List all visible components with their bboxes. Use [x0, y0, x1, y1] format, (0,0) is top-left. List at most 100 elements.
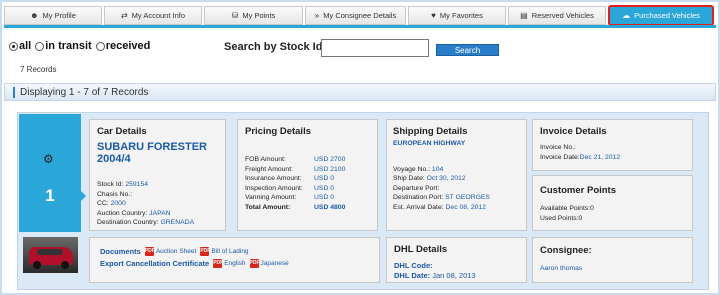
documents-panel: Documents PDF Auction Sheet PDF Bill of … [89, 237, 380, 283]
tab-label: Purchased Vehicles [634, 11, 700, 20]
available-points-row: Available Points:0 [540, 204, 685, 214]
car-image-wheel [33, 261, 41, 269]
tab-my-account-info[interactable]: ⇄ My Account Info [104, 6, 202, 25]
export-cert-label: Export Cancellation Certificate [100, 259, 210, 268]
pricing-row: Inspection Amount: USD 0 [245, 184, 370, 194]
cc-row: CC: 2000 [97, 199, 218, 209]
tab-my-favorites[interactable]: ♥ My Favorites [408, 6, 506, 25]
destination-port-row: Destination Port: ST GEORGES [393, 193, 520, 203]
dhl-details-title: DHL Details [394, 244, 448, 255]
record-count: 7 Records [20, 65, 57, 74]
cc-label: CC: [97, 200, 109, 208]
export-cert-japanese-link[interactable]: Japanese [261, 260, 289, 267]
available-points-label: Available Points: [540, 205, 591, 212]
destination-port-label: Destination Port: [393, 194, 444, 202]
tab-my-points[interactable]: ⛁ My Points [204, 6, 303, 25]
consignee-name: Aaron thomas [540, 265, 583, 272]
tab-label: My Consignee Details [323, 11, 397, 20]
ship-date-value: Oct 30, 2012 [426, 175, 466, 183]
customer-points-panel: Customer Points Available Points:0 Used … [532, 175, 693, 231]
dhl-details-panel: DHL Details DHL Code: DHL Date: Jan 08, … [386, 237, 527, 283]
ship-date-label: Ship Date: [393, 175, 425, 183]
invoice-no-row: Invoice No.: [540, 143, 685, 153]
departure-port-row: Departure Port: [393, 184, 520, 194]
invoice-details-panel: Invoice Details Invoice No.: Invoice Dat… [532, 119, 693, 171]
radio-icon[interactable] [35, 41, 45, 51]
tab-label: My Profile [42, 11, 76, 20]
stock-id-value: 259154 [125, 181, 149, 188]
double-chevron-icon: » [314, 11, 320, 20]
bill-of-lading-link[interactable]: Bill of Lading [211, 248, 248, 255]
tab-my-profile[interactable]: ☻ My Profile [4, 6, 102, 25]
pricing-label: Freight Amount: [245, 165, 293, 173]
shipping-details-title: Shipping Details [393, 126, 468, 137]
pointer-arrow-icon [81, 191, 86, 201]
pricing-details-title: Pricing Details [245, 126, 311, 137]
destination-country-row: Destination Country: GRENADA [97, 218, 218, 228]
auction-country-row: Auction Country: JAPAN [97, 209, 218, 219]
car-image-window [37, 249, 63, 255]
person-icon: ☻ [30, 11, 39, 20]
tab-reserved-vehicles[interactable]: ▤ Reserved Vehicles [508, 6, 606, 25]
car-name-link[interactable]: SUBARU FORESTER 2004/4 [97, 141, 218, 165]
invoice-date-label: Invoice Date: [540, 153, 580, 161]
pdf-icon: PDF [213, 259, 224, 268]
pricing-value: USD 2700 [314, 156, 346, 163]
available-points-value: 0 [590, 205, 594, 212]
cc-value: 2000 [110, 200, 126, 208]
consignee-title: Consignee: [540, 245, 592, 256]
pricing-value: USD 0 [314, 184, 335, 192]
results-header-text: Displaying 1 - 7 of 7 Records [20, 86, 149, 98]
pricing-row: Freight Amount: USD 2100 [245, 165, 370, 175]
destination-country-label: Destination Country: [97, 219, 159, 227]
pdf-icon: PDF [249, 259, 260, 268]
shipping-details-panel: Shipping Details EUROPEAN HIGHWAY Voyage… [386, 119, 527, 231]
auction-sheet-link[interactable]: Auction Sheet [156, 248, 196, 255]
search-button[interactable]: Search [436, 44, 499, 56]
pricing-details-panel: Pricing Details FOB Amount: USD 2700 Frei… [237, 119, 378, 231]
tab-label: My Account Info [131, 11, 186, 20]
dhl-date-row: DHL Date: Jan 08, 2013 [394, 271, 519, 281]
radio-icon[interactable] [95, 41, 105, 51]
tab-underline [4, 25, 716, 28]
auction-country-value: JAPAN [149, 209, 171, 217]
radio-selected-icon[interactable] [9, 41, 18, 51]
pricing-label: FOB Amount: [245, 156, 286, 163]
filter-option-received[interactable]: received [95, 40, 150, 52]
cloud-icon: ☁ [622, 11, 631, 20]
voyage-label: Voyage No.: [393, 165, 431, 173]
ship-date-row: Ship Date: Oct 30, 2012 [393, 174, 520, 184]
pricing-total-value: USD 4800 [314, 203, 346, 211]
tab-label: Reserved Vehicles [531, 11, 594, 20]
pricing-label: Insurance Amount: [245, 175, 302, 183]
export-cert-row: Export Cancellation Certificate PDF Engl… [100, 259, 369, 268]
filter-label: in transit [45, 40, 92, 52]
tab-my-consignee-details[interactable]: » My Consignee Details [305, 6, 406, 25]
used-points-value: 0 [578, 214, 583, 222]
arrival-date-label: Est. Arrival Date: [393, 203, 444, 211]
used-points-row: Used Points:0 [540, 214, 685, 224]
export-cert-english-link[interactable]: English [224, 260, 245, 267]
tab-label: My Favorites [439, 11, 483, 20]
voyage-row: Voyage No.: 104 [393, 165, 520, 175]
dhl-code-row: DHL Code: [394, 261, 519, 271]
filter-option-all[interactable]: all [9, 40, 31, 52]
filter-option-in-transit[interactable]: in transit [35, 40, 92, 52]
vehicle-thumbnail[interactable] [23, 237, 78, 273]
tab-purchased-vehicles[interactable]: ☁ Purchased Vehicles [608, 5, 714, 26]
destination-country-value: GRENADA [160, 219, 195, 227]
tab-bar: ☻ My Profile ⇄ My Account Info ⛁ My Poin… [4, 5, 716, 26]
document-icon: ▤ [520, 11, 528, 20]
points-icon: ⛁ [231, 11, 239, 20]
documents-label: Documents [100, 247, 141, 256]
departure-port-label: Departure Port: [393, 184, 440, 192]
listing-index: 1 [45, 186, 55, 205]
tow-hook-icon: ⚙ [43, 152, 54, 166]
tab-label: My Points [242, 11, 276, 20]
customer-points-title: Customer Points [540, 185, 617, 196]
stock-id-search-input[interactable] [321, 39, 429, 57]
voyage-value: 104 [431, 165, 444, 173]
pricing-label: Vanning Amount: [245, 194, 297, 202]
dhl-date-label: DHL Date: [394, 270, 431, 280]
pdf-icon: PDF [144, 247, 155, 256]
